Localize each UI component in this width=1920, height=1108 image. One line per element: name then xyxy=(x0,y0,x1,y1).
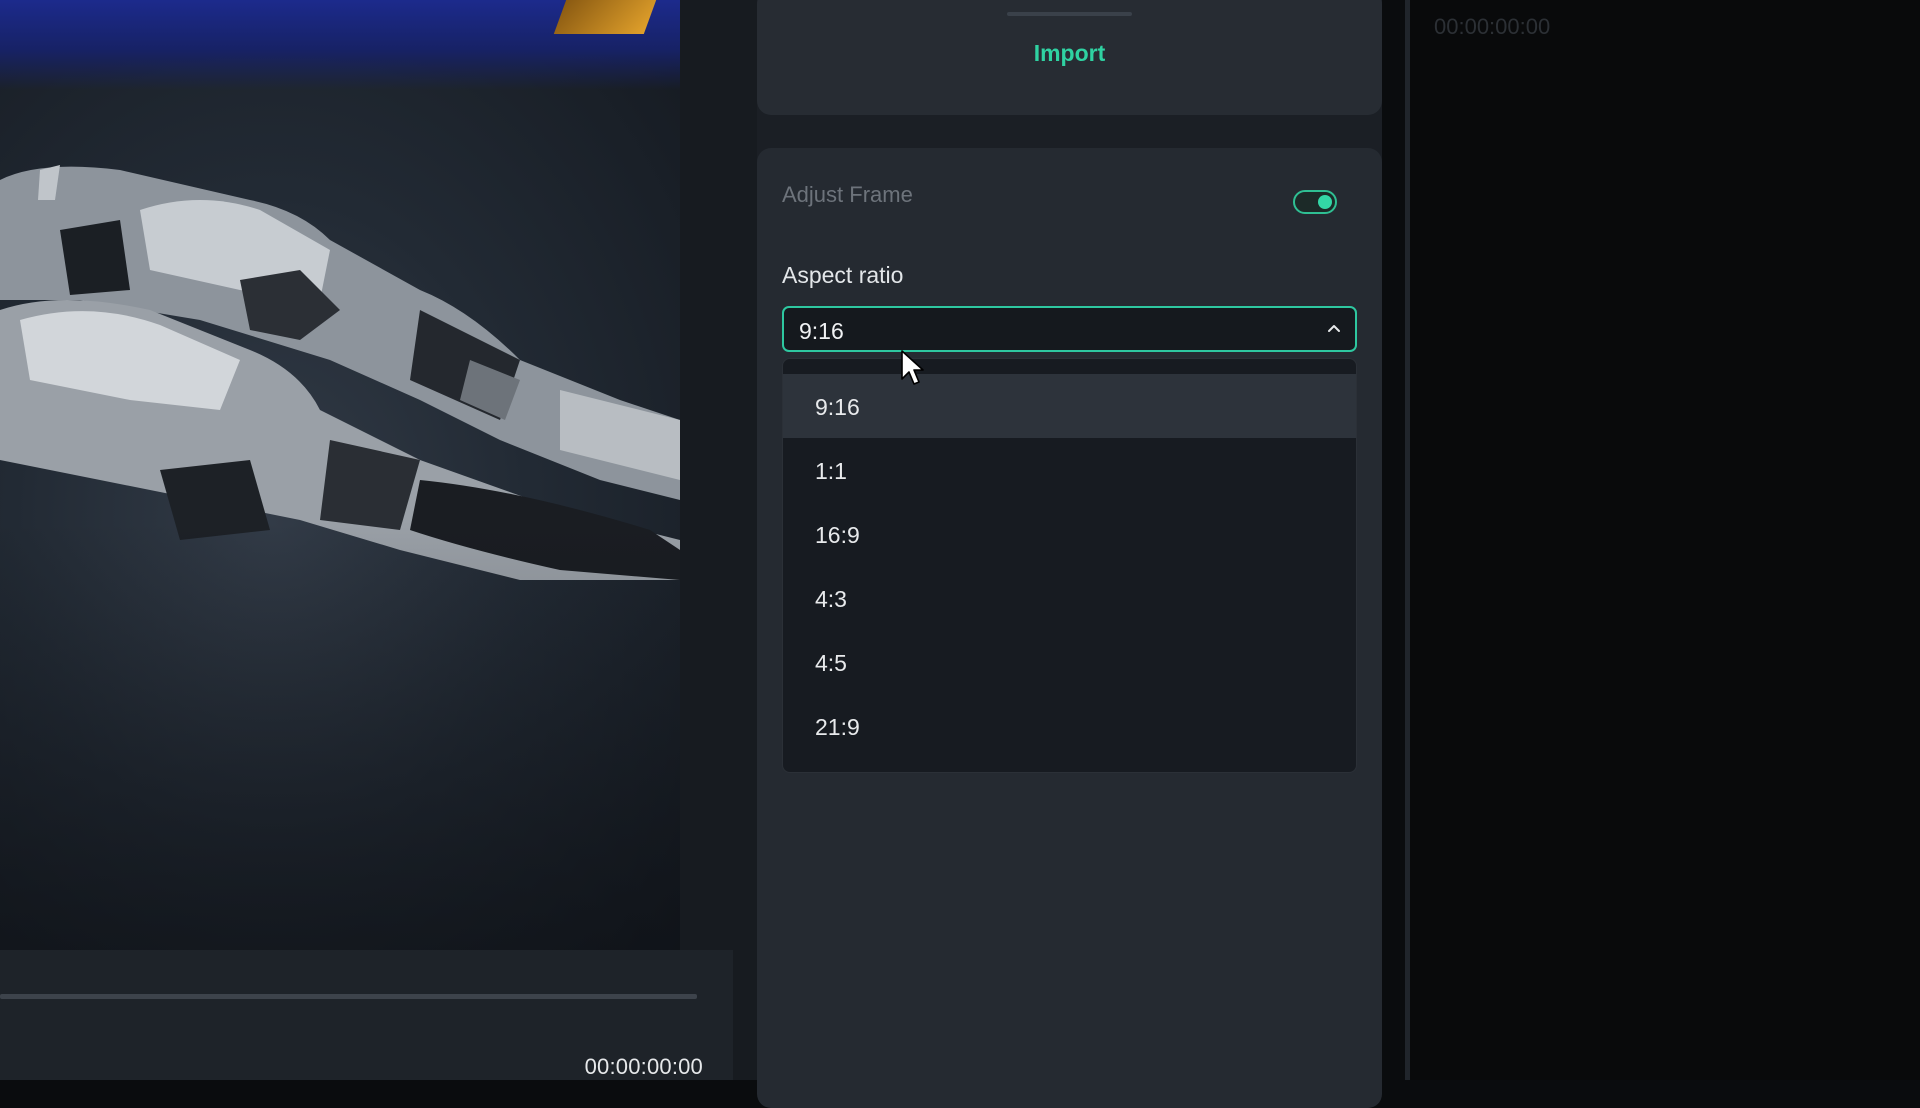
timeline-timecode: 00:00:00:00 xyxy=(1434,14,1551,39)
aspect-ratio-label: Aspect ratio xyxy=(782,262,904,288)
preview-floor xyxy=(0,520,680,950)
properties-panel: Import Adjust Frame Aspect ratio 9:16 9:… xyxy=(757,0,1382,1108)
import-button[interactable]: Import xyxy=(757,40,1382,67)
aspect-ratio-select[interactable]: 9:16 xyxy=(782,306,1357,352)
aspect-option-label: 4:5 xyxy=(815,650,847,676)
aspect-option-4-5[interactable]: 4:5 xyxy=(783,630,1356,694)
aspect-option-16-9[interactable]: 16:9 xyxy=(783,502,1356,566)
toggle-knob xyxy=(1318,195,1332,209)
video-preview[interactable] xyxy=(0,0,680,950)
aspect-option-4-3[interactable]: 4:3 xyxy=(783,566,1356,630)
aspect-option-label: 21:9 xyxy=(815,714,860,740)
aspect-option-label: 9:16 xyxy=(815,394,860,420)
panel-divider xyxy=(680,0,757,950)
aspect-option-9-16[interactable]: 9:16 xyxy=(783,374,1356,438)
aspect-ratio-dropdown: 9:16 1:1 16:9 4:3 4:5 21:9 xyxy=(782,358,1357,773)
aspect-option-label: 16:9 xyxy=(815,522,860,548)
player-controls: 00:00:00:00 xyxy=(0,950,733,1080)
aspect-option-label: 4:3 xyxy=(815,586,847,612)
import-card-handle xyxy=(1007,12,1132,16)
adjust-frame-toggle[interactable] xyxy=(1293,190,1337,214)
aspect-option-label: 1:1 xyxy=(815,458,847,484)
preview-background-object xyxy=(553,0,657,34)
robot-image xyxy=(0,165,680,580)
aspect-ratio-value: 9:16 xyxy=(799,318,844,344)
adjust-frame-card: Adjust Frame Aspect ratio 9:16 9:16 1:1 … xyxy=(757,148,1382,1108)
adjust-frame-label: Adjust Frame xyxy=(782,182,913,207)
mouse-cursor-icon xyxy=(901,350,924,385)
chevron-up-icon xyxy=(1328,325,1340,332)
aspect-option-1-1[interactable]: 1:1 xyxy=(783,438,1356,502)
playback-scrubber[interactable] xyxy=(0,994,697,999)
timeline-panel: 00:00:00:00 xyxy=(1410,0,1920,1080)
aspect-option-21-9[interactable]: 21:9 xyxy=(783,694,1356,758)
player-timecode: 00:00:00:00 xyxy=(584,1054,703,1079)
panel-gutter xyxy=(733,950,757,1080)
import-card: Import xyxy=(757,0,1382,115)
